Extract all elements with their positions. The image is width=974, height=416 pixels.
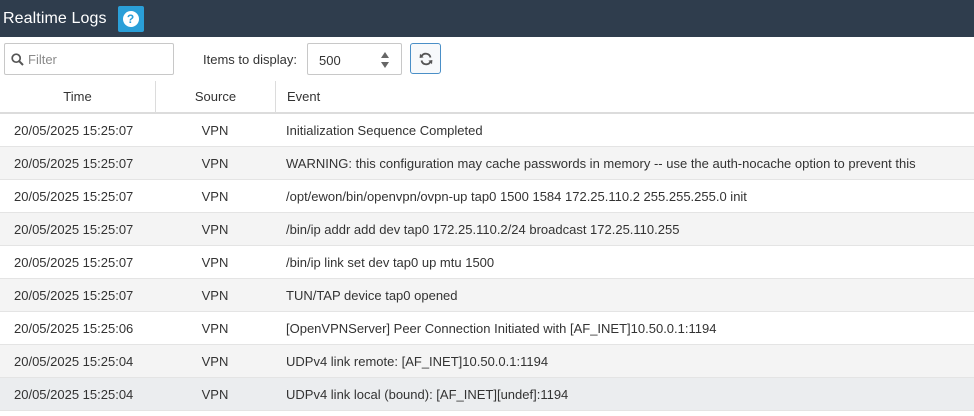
table-row[interactable]: 20/05/2025 15:25:07 VPN WARNING: this co… xyxy=(0,147,974,180)
cell-time: 20/05/2025 15:25:07 xyxy=(14,123,134,138)
table-row[interactable]: 20/05/2025 15:25:07 VPN /opt/ewon/bin/op… xyxy=(0,180,974,213)
table-row[interactable]: 20/05/2025 15:25:04 VPN UDPv4 link remot… xyxy=(0,345,974,378)
log-table: Time Source Event 20/05/2025 15:25:07 VP… xyxy=(0,81,974,411)
cell-source: VPN xyxy=(201,288,229,303)
search-icon xyxy=(11,52,24,66)
cell-source: VPN xyxy=(201,387,229,402)
table-header: Time Source Event xyxy=(0,81,974,114)
items-to-display-value: 500 xyxy=(319,53,341,68)
cell-time: 20/05/2025 15:25:07 xyxy=(14,255,134,270)
cell-time: 20/05/2025 15:25:04 xyxy=(14,387,134,402)
spin-down-icon[interactable] xyxy=(380,61,390,69)
table-row[interactable]: 20/05/2025 15:25:07 VPN Initialization S… xyxy=(0,114,974,147)
help-button[interactable]: ? xyxy=(117,5,144,32)
cell-time: 20/05/2025 15:25:06 xyxy=(14,321,134,336)
cell-event: /bin/ip addr add dev tap0 172.25.110.2/2… xyxy=(286,222,680,237)
cell-time: 20/05/2025 15:25:07 xyxy=(14,288,134,303)
column-header-time[interactable]: Time xyxy=(0,81,155,112)
question-circle-icon: ? xyxy=(122,10,139,27)
cell-event: WARNING: this configuration may cache pa… xyxy=(286,156,916,171)
cell-event: /opt/ewon/bin/openvpn/ovpn-up tap0 1500 … xyxy=(286,189,747,204)
filter-input[interactable] xyxy=(28,51,168,67)
cell-event: UDPv4 link local (bound): [AF_INET][unde… xyxy=(286,387,569,402)
cell-event: /bin/ip link set dev tap0 up mtu 1500 xyxy=(286,255,495,270)
title-bar: Realtime Logs ? xyxy=(0,0,974,37)
cell-event: TUN/TAP device tap0 opened xyxy=(286,288,458,303)
cell-source: VPN xyxy=(201,255,229,270)
table-row[interactable]: 20/05/2025 15:25:07 VPN /bin/ip addr add… xyxy=(0,213,974,246)
cell-time: 20/05/2025 15:25:07 xyxy=(14,189,134,204)
table-row[interactable]: 20/05/2025 15:25:04 VPN UDPv4 link local… xyxy=(0,378,974,411)
cell-source: VPN xyxy=(201,321,229,336)
column-header-source[interactable]: Source xyxy=(155,81,275,112)
spin-up-icon[interactable] xyxy=(380,51,390,59)
cell-time: 20/05/2025 15:25:07 xyxy=(14,156,134,171)
filter-field[interactable] xyxy=(4,43,174,75)
table-row[interactable]: 20/05/2025 15:25:07 VPN TUN/TAP device t… xyxy=(0,279,974,312)
cell-time: 20/05/2025 15:25:04 xyxy=(14,354,134,369)
items-to-display-label: Items to display: xyxy=(203,52,297,67)
cell-source: VPN xyxy=(201,222,229,237)
cell-source: VPN xyxy=(201,123,229,138)
refresh-icon xyxy=(419,52,432,65)
cell-source: VPN xyxy=(201,189,229,204)
table-row[interactable]: 20/05/2025 15:25:06 VPN [OpenVPNServer] … xyxy=(0,312,974,345)
refresh-button[interactable] xyxy=(410,43,441,74)
column-header-event[interactable]: Event xyxy=(275,81,974,112)
cell-event: Initialization Sequence Completed xyxy=(286,123,483,138)
cell-event: UDPv4 link remote: [AF_INET]10.50.0.1:11… xyxy=(286,354,549,369)
cell-time: 20/05/2025 15:25:07 xyxy=(14,222,134,237)
page-title: Realtime Logs xyxy=(3,9,107,27)
table-row[interactable]: 20/05/2025 15:25:07 VPN /bin/ip link set… xyxy=(0,246,974,279)
cell-event: [OpenVPNServer] Peer Connection Initiate… xyxy=(286,321,717,336)
cell-source: VPN xyxy=(201,354,229,369)
items-to-display-stepper[interactable]: 500 xyxy=(307,43,402,75)
cell-source: VPN xyxy=(201,156,229,171)
toolbar: Items to display: 500 xyxy=(0,37,974,81)
